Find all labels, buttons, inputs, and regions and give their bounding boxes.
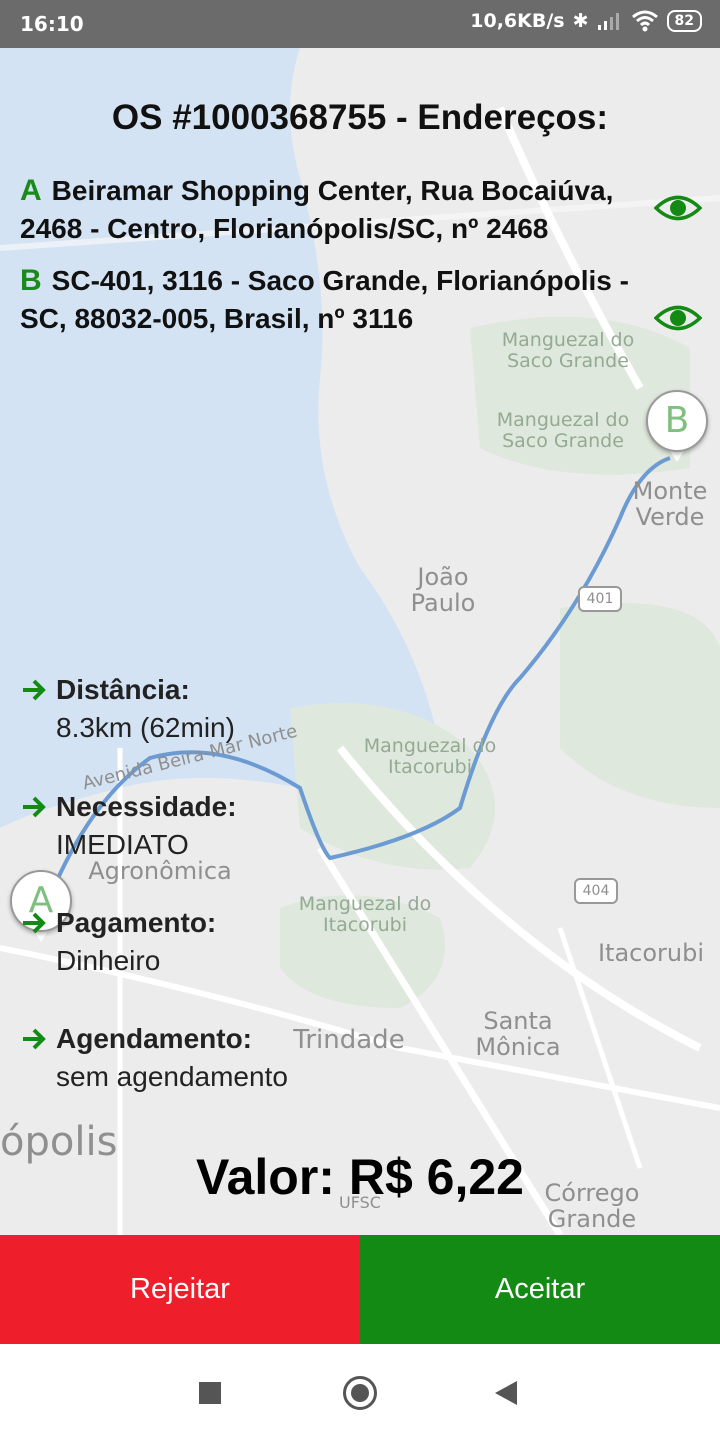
address-b-letter: B: [20, 264, 42, 297]
address-a-text: Beiramar Shopping Center, Rua Bocaiúva, …: [20, 175, 614, 244]
map-label: Monte Verde: [632, 477, 708, 532]
info-necessity: Necessidade: IMEDIATO: [20, 791, 620, 861]
reject-button[interactable]: Rejeitar: [0, 1235, 360, 1344]
map-pin-b[interactable]: B: [646, 390, 708, 462]
recents-button[interactable]: [199, 1382, 221, 1404]
arrow-right-icon: [23, 679, 46, 701]
signal-icon: [597, 13, 619, 30]
arrow-right-icon: [23, 1028, 46, 1050]
arrow-right-icon: [23, 912, 46, 934]
battery-icon: 82: [666, 10, 702, 32]
info-value: sem agendamento: [56, 1061, 288, 1092]
wifi-icon: [631, 10, 658, 32]
info-label: Agendamento:: [56, 1023, 252, 1054]
network-speed: 10,6KB/s: [470, 10, 565, 32]
map-label: João Paulo: [410, 563, 476, 618]
info-value: IMEDIATO: [56, 829, 189, 860]
status-bar: 16:10 10,6KB/s ✱ 82: [0, 0, 720, 48]
status-time: 16:10: [20, 12, 84, 36]
info-value: Dinheiro: [56, 945, 161, 976]
info-label: Pagamento:: [56, 907, 217, 938]
address-a-letter: A: [20, 174, 42, 207]
map-label: Agronômica: [88, 857, 232, 885]
order-value: Valor: R$ 6,22: [196, 1149, 524, 1205]
pin-b-label: B: [646, 390, 708, 452]
info-value: 8.3km (62min): [56, 712, 235, 743]
status-icons: 10,6KB/s ✱ 82: [470, 10, 702, 32]
info-distance: Distância: 8.3km (62min): [20, 674, 620, 744]
map-label: Manguezal do Saco Grande: [496, 409, 630, 452]
home-button[interactable]: [343, 1376, 377, 1410]
accept-button[interactable]: Aceitar: [360, 1235, 720, 1344]
info-schedule: Agendamento: sem agendamento: [20, 1023, 620, 1093]
address-b-text: SC-401, 3116 - Saco Grande, Florianópoli…: [20, 265, 629, 334]
eye-icon[interactable]: [654, 303, 702, 333]
info-label: Necessidade:: [56, 791, 237, 822]
order-title: OS #1000368755 - Endereços:: [111, 98, 609, 137]
bluetooth-icon: ✱: [572, 10, 589, 32]
route-shield: 401: [578, 586, 622, 612]
info-payment: Pagamento: Dinheiro: [20, 907, 620, 977]
arrow-right-icon: [23, 796, 46, 818]
back-button[interactable]: [495, 1381, 517, 1405]
route-shield: 404: [574, 878, 618, 904]
eye-icon[interactable]: [654, 193, 702, 223]
system-nav-bar: [0, 1344, 720, 1440]
address-a: A Beiramar Shopping Center, Rua Bocaiúva,…: [20, 172, 660, 248]
address-b: B SC-401, 3116 - Saco Grande, Florianópol…: [20, 262, 660, 338]
info-label: Distância:: [56, 674, 190, 705]
